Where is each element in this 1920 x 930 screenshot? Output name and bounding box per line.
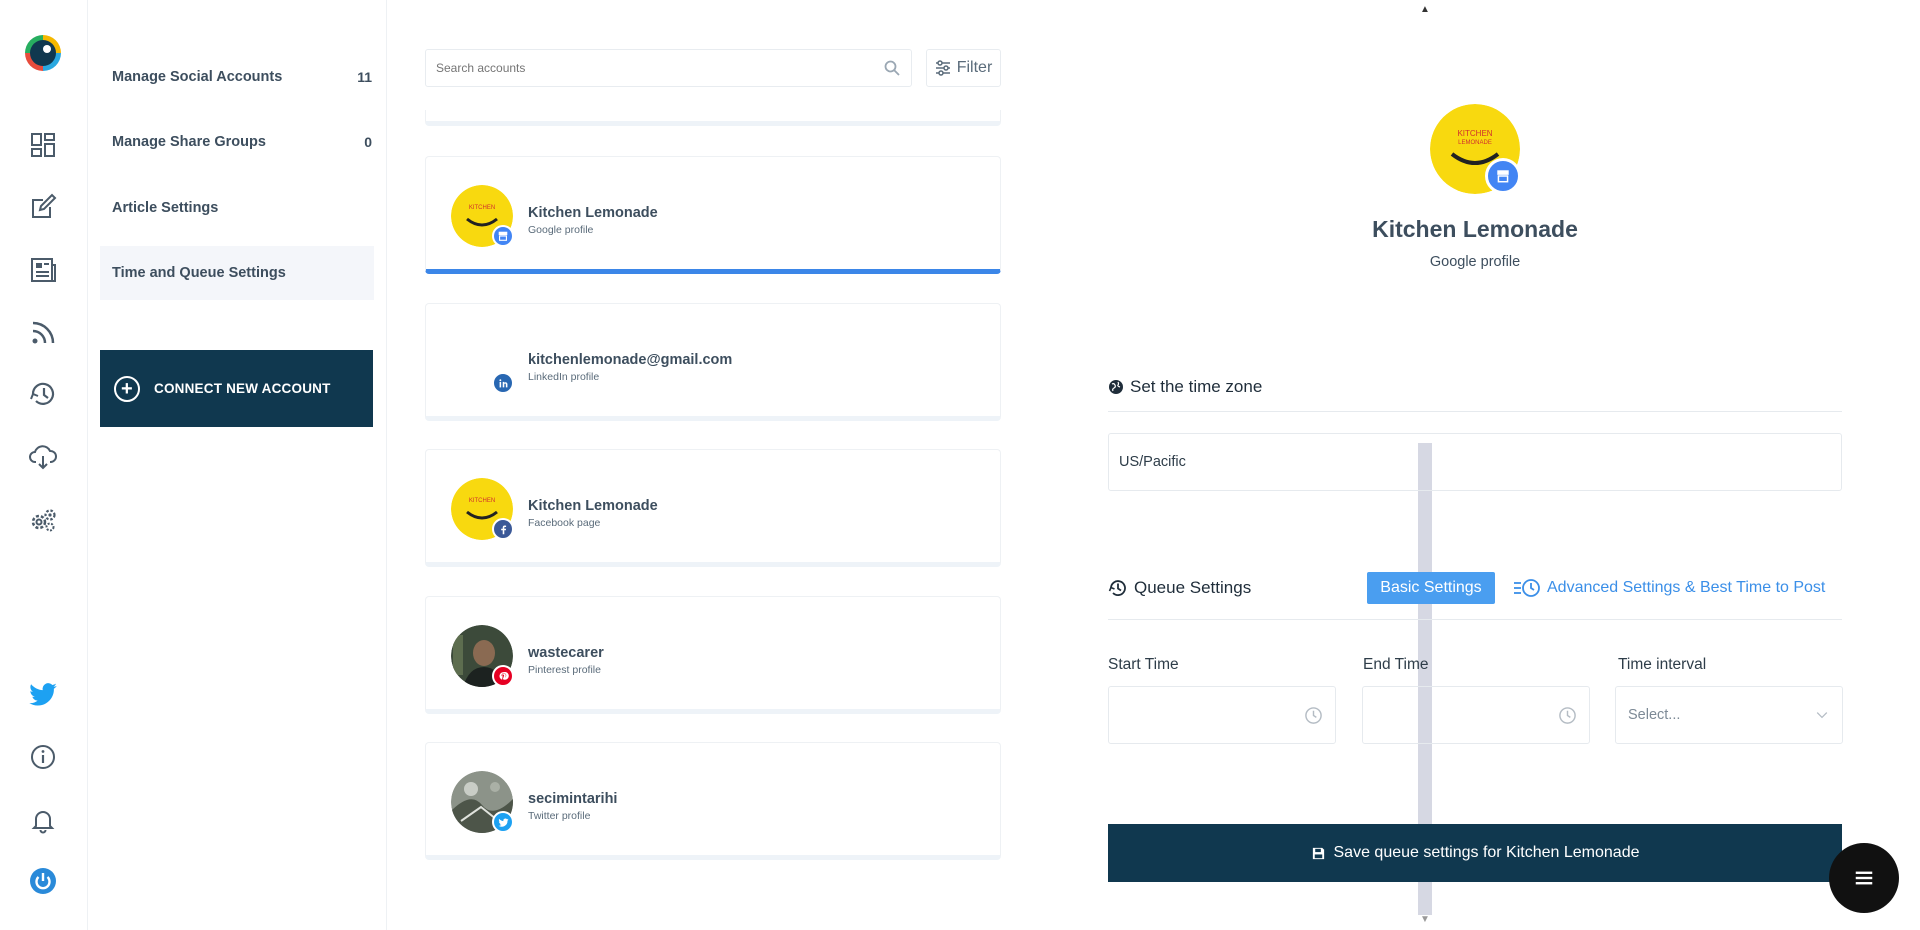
queue-heading-label: Queue Settings <box>1134 578 1251 598</box>
cloud-download-icon[interactable] <box>26 440 60 474</box>
account-card[interactable]: kitchenlemonade@gmail.com LinkedIn profi… <box>425 303 1001 421</box>
advanced-settings-label: Advanced Settings & Best Time to Post <box>1547 579 1825 597</box>
svg-text:LEMONADE: LEMONADE <box>1458 140 1492 146</box>
account-name: Kitchen Lemonade <box>528 498 658 514</box>
info-icon[interactable] <box>26 740 60 774</box>
menu-item-label: Article Settings <box>112 200 218 216</box>
clock-icon <box>1304 706 1323 725</box>
menu-item-manage-share-groups[interactable]: Manage Share Groups 0 <box>100 115 374 169</box>
account-card[interactable]: secimintarihi Twitter profile <box>425 742 1001 860</box>
plus-circle-icon: + <box>114 376 140 402</box>
list-item-partial <box>425 110 1001 126</box>
svg-text:KITCHEN: KITCHEN <box>469 205 495 211</box>
menu-item-label: Manage Social Accounts <box>112 69 282 85</box>
queue-clock-icon <box>1108 578 1128 598</box>
account-name: kitchenlemonade@gmail.com <box>528 352 732 368</box>
account-card[interactable]: KITCHEN Kitchen Lemonade Facebook page <box>425 449 1001 567</box>
account-name: Kitchen Lemonade <box>528 205 658 221</box>
profile-type: Google profile <box>1108 254 1842 270</box>
pinterest-icon <box>492 665 514 687</box>
clock-icon <box>1558 706 1577 725</box>
facebook-icon <box>492 518 514 540</box>
profile-name: Kitchen Lemonade <box>1108 216 1842 243</box>
start-time-label: Start Time <box>1108 656 1179 674</box>
start-time-input[interactable] <box>1108 686 1336 744</box>
app-logo[interactable] <box>22 32 64 74</box>
search-box <box>425 49 912 87</box>
queue-settings-heading: Queue Settings <box>1108 578 1251 598</box>
menu-item-count: 11 <box>357 69 374 85</box>
filter-label: Filter <box>957 59 993 77</box>
rss-icon[interactable] <box>26 316 60 350</box>
queue-icon[interactable] <box>26 377 60 411</box>
timezone-heading-label: Set the time zone <box>1130 377 1262 397</box>
end-time-input[interactable] <box>1362 686 1590 744</box>
sliders-icon <box>935 60 951 76</box>
account-name: wastecarer <box>528 645 604 661</box>
account-type: Google profile <box>528 224 593 236</box>
gears-icon[interactable] <box>26 503 60 537</box>
account-list-panel: Filter KITCHEN Kitchen Lemonade Google p… <box>388 0 1048 930</box>
save-queue-settings-button[interactable]: Save queue settings for Kitchen Lemonade <box>1108 824 1842 882</box>
account-card[interactable]: KITCHEN Kitchen Lemonade Google profile <box>425 156 1001 274</box>
svg-text:KITCHEN: KITCHEN <box>469 498 495 504</box>
save-icon <box>1311 846 1326 861</box>
time-interval-select[interactable]: Select... <box>1615 686 1843 744</box>
divider <box>1108 619 1842 620</box>
menu-item-count: 0 <box>364 134 374 150</box>
connect-new-account-button[interactable]: + CONNECT NEW ACCOUNT <box>100 350 373 427</box>
icon-rail <box>0 0 88 930</box>
dashboard-icon[interactable] <box>26 128 60 162</box>
menu-item-article-settings[interactable]: Article Settings <box>100 181 374 235</box>
account-type: Facebook page <box>528 517 600 529</box>
divider <box>1108 411 1842 412</box>
time-interval-placeholder: Select... <box>1628 707 1680 723</box>
chevron-down-icon <box>1814 707 1830 723</box>
menu-item-manage-social-accounts[interactable]: Manage Social Accounts 11 <box>100 50 374 104</box>
linkedin-icon <box>492 372 514 394</box>
google-business-icon <box>492 225 514 247</box>
save-button-label: Save queue settings for Kitchen Lemonade <box>1334 844 1640 862</box>
articles-icon[interactable] <box>26 253 60 287</box>
account-type: Pinterest profile <box>528 664 601 676</box>
twitter-icon <box>492 811 514 833</box>
timezone-value: US/Pacific <box>1119 454 1186 470</box>
end-time-label: End Time <box>1363 656 1428 674</box>
menu-item-label: Manage Share Groups <box>112 134 266 150</box>
floating-menu-button[interactable] <box>1829 843 1899 913</box>
timezone-select[interactable]: US/Pacific <box>1108 433 1842 491</box>
bell-icon[interactable] <box>26 803 60 837</box>
filter-button[interactable]: Filter <box>926 49 1001 87</box>
time-interval-label: Time interval <box>1618 656 1706 674</box>
timezone-heading: Set the time zone <box>1108 377 1262 397</box>
advanced-settings-link[interactable]: Advanced Settings & Best Time to Post <box>1513 572 1825 604</box>
globe-icon <box>1108 379 1124 395</box>
power-icon[interactable] <box>26 864 60 898</box>
google-business-icon <box>1485 158 1521 194</box>
search-icon[interactable] <box>883 59 901 77</box>
list-clock-icon <box>1513 578 1541 598</box>
svg-text:KITCHEN: KITCHEN <box>1457 129 1492 138</box>
account-card[interactable]: wastecarer Pinterest profile <box>425 596 1001 714</box>
menu-item-time-queue-settings[interactable]: Time and Queue Settings <box>100 246 374 300</box>
account-type: LinkedIn profile <box>528 371 599 383</box>
twitter-icon[interactable] <box>26 677 60 711</box>
settings-menu: Manage Social Accounts 11 Manage Share G… <box>88 0 387 930</box>
account-name: secimintarihi <box>528 791 617 807</box>
hamburger-icon <box>1853 867 1875 889</box>
compose-icon[interactable] <box>26 190 60 224</box>
queue-settings-panel: KITCHEN LEMONADE Kitchen Lemonade Google … <box>1108 0 1842 930</box>
account-type: Twitter profile <box>528 810 590 822</box>
connect-button-label: CONNECT NEW ACCOUNT <box>154 381 331 396</box>
menu-item-label: Time and Queue Settings <box>112 265 286 281</box>
search-input[interactable] <box>426 50 866 86</box>
basic-settings-button[interactable]: Basic Settings <box>1367 572 1495 604</box>
